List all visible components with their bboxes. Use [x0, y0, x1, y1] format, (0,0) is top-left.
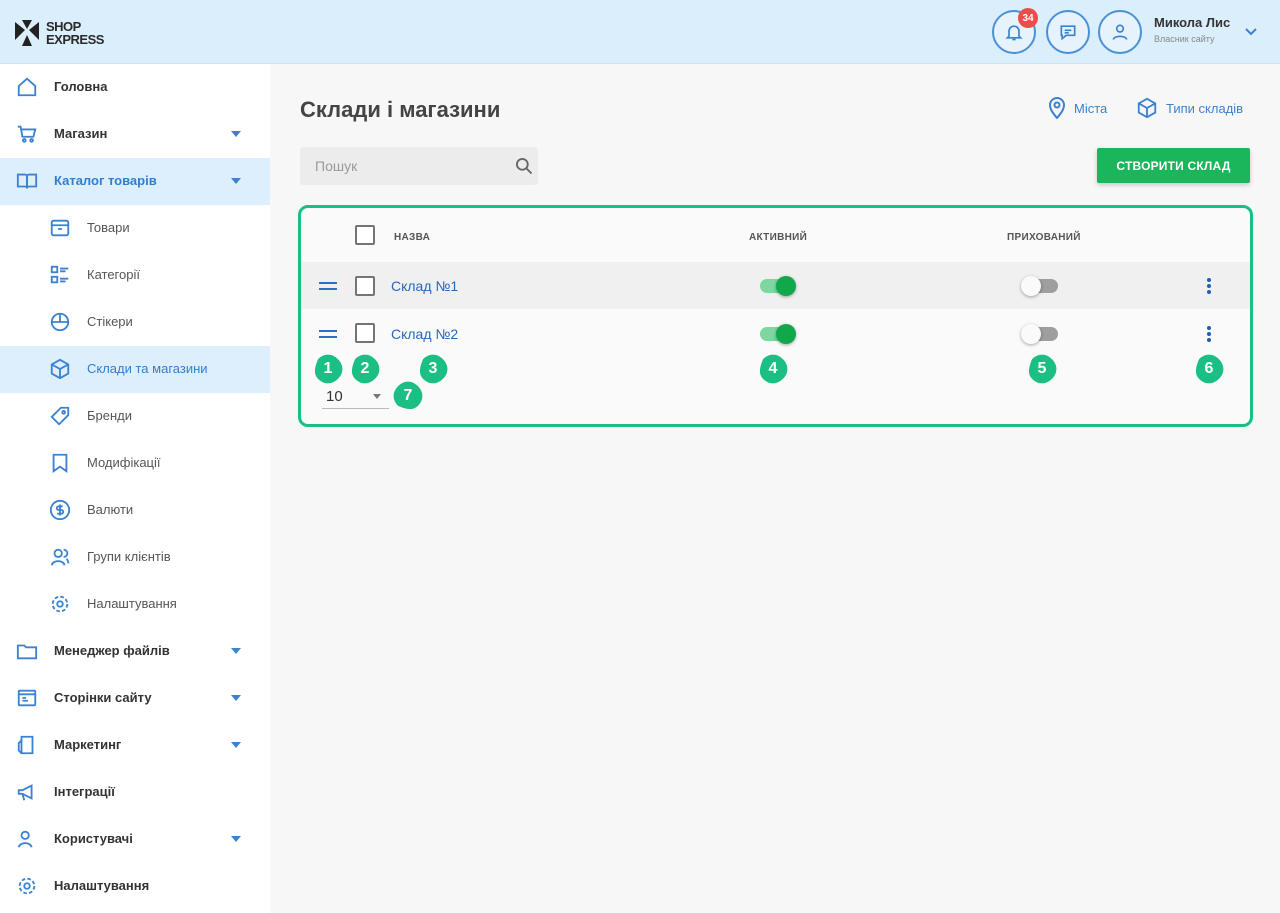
logo-text: SHOP EXPRESS: [46, 19, 104, 47]
sidebar-item-brands[interactable]: Бренди: [0, 393, 270, 440]
user-icon: [1112, 24, 1128, 40]
folder-icon: [16, 644, 38, 660]
page-icon: [17, 689, 37, 707]
caret-down-icon: [231, 131, 241, 137]
sidebar-item-shop[interactable]: Магазин: [0, 111, 270, 158]
annotation-marker: 5: [1026, 353, 1058, 385]
top-header: SHOP EXPRESS 34 Микола Лис Власник сайту: [0, 0, 1280, 64]
sidebar-item-warehouses[interactable]: Склади та магазини: [0, 346, 270, 393]
sidebar-item-marketing[interactable]: Маркетинг: [0, 722, 270, 769]
sidebar-item-settings[interactable]: Налаштування: [0, 863, 270, 910]
more-actions-icon[interactable]: [1207, 278, 1211, 294]
drag-handle-icon[interactable]: [319, 282, 337, 290]
hidden-toggle[interactable]: [1021, 276, 1058, 296]
warehouse-types-link[interactable]: Типи складів: [1136, 97, 1243, 119]
map-pin-icon: [1048, 97, 1066, 119]
user-role: Власник сайту: [1154, 34, 1215, 44]
hidden-toggle[interactable]: [1021, 324, 1058, 344]
create-warehouse-button[interactable]: СТВОРИТИ СКЛАД: [1097, 148, 1250, 183]
column-header-active[interactable]: АКТИВНИЙ: [749, 232, 807, 243]
annotation-marker: 2: [349, 353, 381, 385]
caret-down-icon: [373, 394, 381, 399]
cities-link[interactable]: Міста: [1048, 97, 1107, 119]
sidebar-item-modifications[interactable]: Модифікації: [0, 440, 270, 487]
tag-icon: [50, 406, 70, 426]
row-checkbox[interactable]: [355, 323, 375, 343]
row-checkbox[interactable]: [355, 276, 375, 296]
profile-button[interactable]: [1098, 10, 1142, 54]
annotation-marker: 7: [392, 380, 424, 412]
logo-icon: [15, 20, 39, 46]
select-all-checkbox[interactable]: [355, 225, 375, 245]
chevron-down-icon[interactable]: [1244, 24, 1258, 38]
user-name[interactable]: Микола Лис: [1154, 15, 1230, 30]
caret-down-icon: [231, 836, 241, 842]
caret-down-icon: [231, 178, 241, 184]
users-icon: [50, 548, 70, 566]
sidebar: Головна Магазин Каталог товарів Товари К…: [0, 64, 270, 913]
warehouse-name-link[interactable]: Склад №1: [391, 278, 458, 294]
sidebar-item-currencies[interactable]: Валюти: [0, 487, 270, 534]
chat-icon: [1060, 25, 1076, 41]
search-box: [300, 147, 538, 185]
toggle-knob: [776, 324, 796, 344]
book-icon: [16, 173, 38, 189]
annotation-marker: 1: [312, 353, 344, 385]
search-icon[interactable]: [514, 156, 534, 176]
annotation-marker: 6: [1193, 353, 1225, 385]
bookmark-icon: [52, 453, 68, 474]
caret-down-icon: [231, 742, 241, 748]
sidebar-item-categories[interactable]: Категорії: [0, 252, 270, 299]
more-actions-icon[interactable]: [1207, 326, 1211, 342]
sidebar-item-stickers[interactable]: Стікери: [0, 299, 270, 346]
marketing-icon: [17, 735, 34, 755]
sticker-icon: [50, 312, 70, 332]
sidebar-item-integrations[interactable]: Інтеграції: [0, 769, 270, 816]
sidebar-item-users[interactable]: Користувачі: [0, 816, 270, 863]
logo[interactable]: SHOP EXPRESS: [12, 16, 122, 50]
page-title: Склади і магазини: [300, 97, 501, 122]
notifications-button[interactable]: 34: [992, 8, 1038, 54]
gear-icon: [18, 877, 36, 895]
notification-badge: 34: [1018, 8, 1038, 28]
categories-icon: [50, 265, 69, 284]
caret-down-icon: [231, 648, 241, 654]
sidebar-item-file-manager[interactable]: Менеджер файлів: [0, 628, 270, 675]
sidebar-item-home[interactable]: Головна: [0, 64, 270, 111]
dollar-icon: [49, 499, 71, 521]
annotation-marker: 4: [757, 353, 789, 385]
column-header-hidden[interactable]: ПРИХОВАНИЙ: [1007, 232, 1081, 243]
sidebar-item-products[interactable]: Товари: [0, 205, 270, 252]
rows-per-page-select[interactable]: 10: [322, 386, 389, 409]
column-header-name[interactable]: НАЗВА: [394, 232, 430, 243]
active-toggle[interactable]: [760, 324, 796, 344]
user-icon: [17, 830, 33, 848]
toggle-knob: [1021, 276, 1041, 296]
drag-handle-icon[interactable]: [319, 330, 337, 338]
toggle-knob: [776, 276, 796, 296]
box-icon: [50, 219, 70, 237]
messages-button[interactable]: [1046, 10, 1090, 54]
warehouse-name-link[interactable]: Склад №2: [391, 326, 458, 342]
caret-down-icon: [231, 695, 241, 701]
cart-icon: [17, 125, 37, 143]
megaphone-icon: [17, 784, 33, 801]
sidebar-item-catalog[interactable]: Каталог товарів: [0, 158, 270, 205]
warehouse-icon: [50, 358, 70, 380]
toggle-knob: [1021, 324, 1041, 344]
sidebar-item-catalog-settings[interactable]: Налаштування: [0, 581, 270, 628]
cube-icon: [1137, 97, 1157, 119]
sidebar-item-site-pages[interactable]: Сторінки сайту: [0, 675, 270, 722]
home-icon: [17, 77, 37, 97]
gear-icon: [51, 595, 69, 613]
sidebar-item-client-groups[interactable]: Групи клієнтів: [0, 534, 270, 581]
search-input[interactable]: [300, 147, 500, 185]
active-toggle[interactable]: [760, 276, 796, 296]
